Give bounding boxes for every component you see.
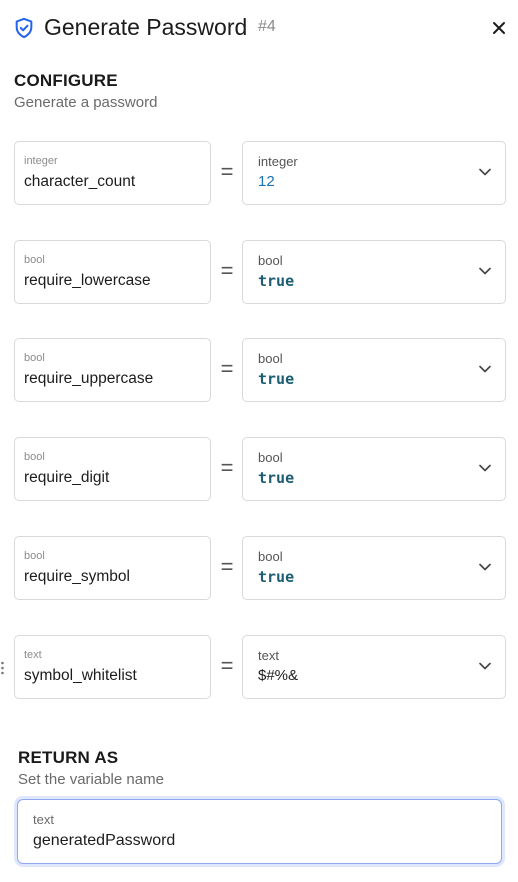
- param-value: true: [258, 568, 295, 586]
- param-value: 12: [258, 173, 275, 190]
- param-row: bool require_lowercase = bool true: [0, 240, 518, 304]
- value-type-label: text: [258, 648, 279, 663]
- param-type-label: text: [24, 649, 42, 661]
- param-value-select[interactable]: bool true: [242, 437, 506, 501]
- param-name: symbol_whitelist: [24, 667, 137, 684]
- equals-sign: =: [220, 159, 234, 184]
- equals-sign: =: [220, 455, 234, 480]
- return-as-subtitle: Set the variable name: [18, 771, 164, 788]
- chevron-down-icon: [479, 464, 491, 472]
- param-name: require_uppercase: [24, 370, 154, 387]
- param-row: integer character_count = integer 12: [0, 141, 518, 205]
- step-badge: #4: [258, 18, 276, 35]
- param-value-select[interactable]: bool true: [242, 536, 506, 600]
- param-value-select[interactable]: integer 12: [242, 141, 506, 205]
- return-as-title: RETURN AS: [18, 748, 119, 767]
- param-name-field[interactable]: text symbol_whitelist: [14, 635, 211, 699]
- chevron-down-icon: [479, 267, 491, 275]
- param-name-field[interactable]: bool require_uppercase: [14, 338, 211, 402]
- drag-handle-icon[interactable]: [0, 661, 5, 675]
- chevron-down-icon: [479, 168, 491, 176]
- param-row: bool require_digit = bool true: [0, 437, 518, 501]
- param-value: $#%&: [258, 667, 299, 684]
- chevron-down-icon: [479, 563, 491, 571]
- param-value-select[interactable]: bool true: [242, 338, 506, 402]
- param-type-label: bool: [24, 254, 45, 266]
- param-name: character_count: [24, 173, 136, 190]
- param-value-select[interactable]: text $#%&: [242, 635, 506, 699]
- param-value: true: [258, 272, 295, 290]
- variable-type-label: text: [33, 812, 54, 827]
- param-value-select[interactable]: bool true: [242, 240, 506, 304]
- panel-header: Generate Password #4: [0, 0, 518, 58]
- equals-sign: =: [220, 554, 234, 579]
- param-value: true: [258, 370, 295, 388]
- panel-title: Generate Password: [44, 14, 248, 40]
- value-type-label: bool: [258, 253, 283, 268]
- param-name-field[interactable]: bool require_digit: [14, 437, 211, 501]
- equals-sign: =: [220, 356, 234, 381]
- param-name-field[interactable]: bool require_lowercase: [14, 240, 211, 304]
- param-type-label: integer: [24, 155, 58, 167]
- param-name-field[interactable]: integer character_count: [14, 141, 211, 205]
- value-type-label: integer: [258, 154, 298, 169]
- value-type-label: bool: [258, 351, 283, 366]
- chevron-down-icon: [479, 365, 491, 373]
- variable-name-input[interactable]: [33, 832, 473, 850]
- param-name: require_lowercase: [24, 272, 151, 289]
- param-row: bool require_symbol = bool true: [0, 536, 518, 600]
- variable-name-field[interactable]: text: [17, 799, 502, 864]
- param-row: bool require_uppercase = bool true: [0, 338, 518, 402]
- shield-check-icon: [15, 17, 33, 39]
- param-value: true: [258, 469, 295, 487]
- close-icon[interactable]: [490, 19, 508, 37]
- configure-subtitle: Generate a password: [14, 94, 158, 111]
- param-type-label: bool: [24, 550, 45, 562]
- param-name: require_digit: [24, 469, 110, 486]
- param-name-field[interactable]: bool require_symbol: [14, 536, 211, 600]
- param-type-label: bool: [24, 451, 45, 463]
- param-name: require_symbol: [24, 568, 130, 585]
- equals-sign: =: [220, 653, 234, 678]
- configure-title: CONFIGURE: [14, 71, 118, 90]
- value-type-label: bool: [258, 549, 283, 564]
- param-type-label: bool: [24, 352, 45, 364]
- chevron-down-icon: [479, 662, 491, 670]
- param-row: text symbol_whitelist = text $#%&: [0, 635, 518, 699]
- equals-sign: =: [220, 258, 234, 283]
- value-type-label: bool: [258, 450, 283, 465]
